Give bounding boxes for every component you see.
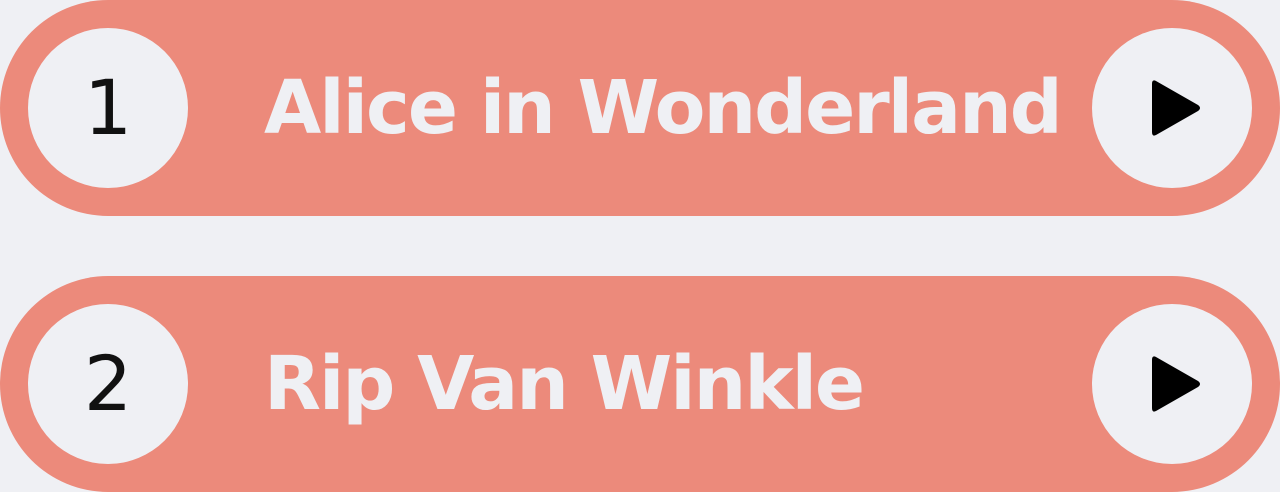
item-number-badge: 2: [28, 304, 188, 464]
play-button[interactable]: [1092, 28, 1252, 188]
item-number-badge: 1: [28, 28, 188, 188]
play-icon: [1152, 80, 1200, 136]
item-number: 2: [83, 339, 133, 428]
play-icon: [1152, 356, 1200, 412]
item-number: 1: [83, 63, 133, 152]
item-title: Alice in Wonderland: [264, 65, 1063, 151]
play-button[interactable]: [1092, 304, 1252, 464]
list-item[interactable]: 2 Rip Van Winkle: [0, 276, 1280, 492]
list-item[interactable]: 1 Alice in Wonderland: [0, 0, 1280, 216]
item-title: Rip Van Winkle: [264, 341, 865, 427]
story-list: 1 Alice in Wonderland 2 Rip Van Winkle: [0, 0, 1280, 492]
